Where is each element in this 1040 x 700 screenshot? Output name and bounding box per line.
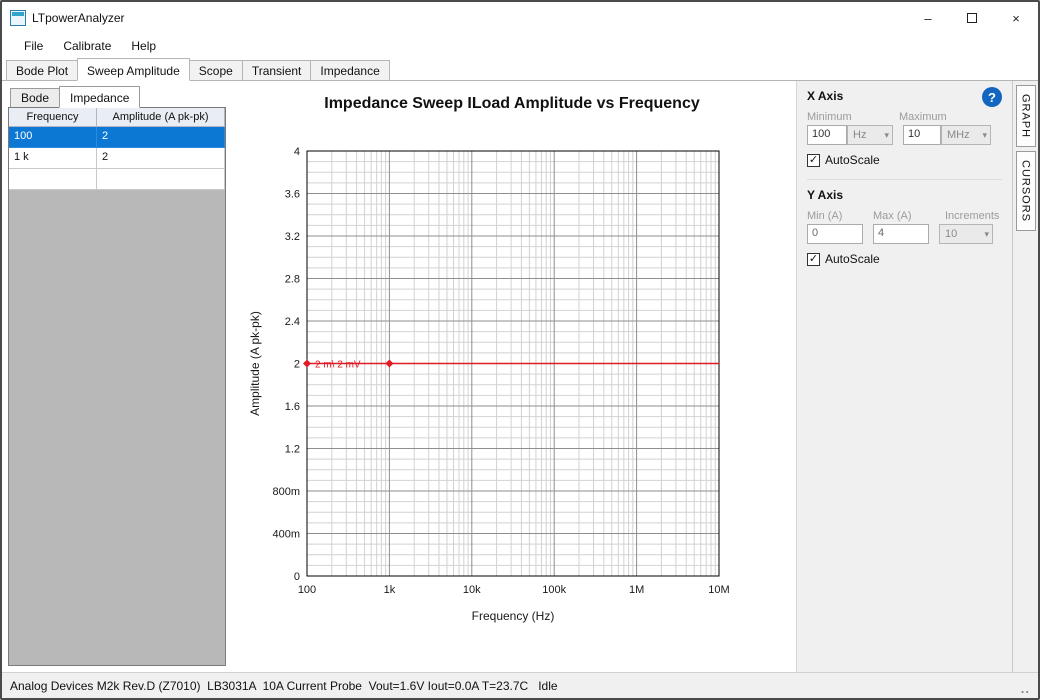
chart-title: Impedance Sweep ILoad Amplitude vs Frequ… (228, 95, 796, 129)
cell-amplitude[interactable]: 2 (97, 127, 225, 148)
svg-text:10M: 10M (708, 584, 729, 596)
table-row[interactable] (9, 169, 225, 190)
svg-text:1M: 1M (629, 584, 644, 596)
svg-text:Amplitude (A pk-pk): Amplitude (A pk-pk) (248, 311, 262, 416)
svg-text:3.6: 3.6 (285, 189, 300, 201)
y-autoscale-row: ✓ AutoScale (807, 252, 1002, 266)
svg-text:100: 100 (298, 584, 316, 596)
x-autoscale-label: AutoScale (825, 153, 880, 167)
x-minimum-unit-value: Hz (853, 129, 866, 141)
svg-text:0: 0 (294, 571, 300, 583)
chevron-down-icon: ▾ (984, 229, 989, 240)
tab-bode-plot[interactable]: Bode Plot (6, 60, 78, 80)
tab-scope[interactable]: Scope (189, 60, 243, 80)
x-autoscale-row: ✓ AutoScale (807, 153, 1002, 167)
y-min-input[interactable]: 0 (807, 224, 863, 244)
cell-frequency[interactable]: 1 k (9, 148, 97, 169)
close-button[interactable]: × (994, 2, 1038, 34)
chevron-down-icon: ▾ (982, 130, 987, 141)
svg-text:2: 2 (294, 359, 300, 371)
svg-text:400m: 400m (272, 529, 300, 541)
maximize-button[interactable] (950, 2, 994, 34)
y-increments-label: Increments (945, 210, 999, 222)
cell-frequency[interactable]: 100 (9, 127, 97, 148)
menu-bar: File Calibrate Help (2, 34, 1038, 58)
status-bar: Analog Devices M2k Rev.D (Z7010) LB3031A… (2, 672, 1038, 698)
resize-grip[interactable]: .. (1021, 681, 1030, 698)
x-axis-group-title: X Axis (807, 89, 1002, 103)
sweep-table-panel: Bode Impedance Frequency Amplitude (A pk… (2, 81, 228, 672)
x-maximum-unit-dropdown[interactable]: MHz ▾ (941, 125, 991, 145)
axis-settings-panel: ? X Axis Minimum Maximum 100 Hz ▾ 10 MHz… (796, 81, 1012, 672)
svg-text:2.4: 2.4 (285, 316, 300, 328)
minimize-button[interactable]: – (906, 2, 950, 34)
svg-text:2 m\ 2 mV: 2 m\ 2 mV (315, 360, 361, 371)
app-icon (10, 10, 26, 26)
table-empty-area (9, 190, 225, 665)
y-autoscale-label: AutoScale (825, 252, 880, 266)
x-maximum-unit-value: MHz (947, 129, 970, 141)
svg-text:10k: 10k (463, 584, 481, 596)
svg-text:2.8: 2.8 (285, 274, 300, 286)
table-header-row: Frequency Amplitude (A pk-pk) (9, 108, 225, 127)
svg-text:3.2: 3.2 (285, 231, 300, 243)
x-minimum-label: Minimum (807, 111, 899, 123)
cell-frequency[interactable] (9, 169, 97, 190)
window-title: LTpowerAnalyzer (32, 11, 124, 25)
chevron-down-icon: ▾ (884, 130, 889, 141)
tab-transient[interactable]: Transient (242, 60, 312, 80)
maximize-icon (967, 13, 977, 23)
side-tab-strip: GRAPH CURSORS (1012, 81, 1038, 672)
x-autoscale-checkbox[interactable]: ✓ (807, 154, 820, 167)
svg-text:800m: 800m (272, 486, 300, 498)
x-maximum-label: Maximum (899, 111, 947, 123)
svg-text:1.6: 1.6 (285, 401, 300, 413)
table-row[interactable]: 100 2 (9, 127, 225, 148)
svg-text:4: 4 (294, 146, 300, 158)
cell-amplitude[interactable] (97, 169, 225, 190)
main-tab-bar: Bode Plot Sweep Amplitude Scope Transien… (2, 58, 1038, 81)
y-autoscale-checkbox[interactable]: ✓ (807, 253, 820, 266)
svg-text:1k: 1k (384, 584, 396, 596)
help-icon[interactable]: ? (982, 87, 1002, 107)
chart-panel: Impedance Sweep ILoad Amplitude vs Frequ… (228, 81, 796, 672)
x-maximum-input[interactable]: 10 (903, 125, 941, 145)
tab-sweep-amplitude[interactable]: Sweep Amplitude (77, 58, 190, 81)
app-window: LTpowerAnalyzer – × File Calibrate Help … (0, 0, 1040, 700)
y-increments-value: 10 (945, 228, 957, 240)
column-header-frequency[interactable]: Frequency (9, 108, 97, 127)
column-header-amplitude[interactable]: Amplitude (A pk-pk) (97, 108, 225, 127)
group-separator (807, 179, 1002, 180)
svg-text:1.2: 1.2 (285, 444, 300, 456)
y-axis-group-title: Y Axis (807, 188, 1002, 202)
cell-amplitude[interactable]: 2 (97, 148, 225, 169)
x-minimum-input[interactable]: 100 (807, 125, 847, 145)
title-bar: LTpowerAnalyzer – × (2, 2, 1038, 34)
side-tab-cursors[interactable]: CURSORS (1016, 151, 1036, 231)
table-row[interactable]: 1 k 2 (9, 148, 225, 169)
tab-impedance[interactable]: Impedance (310, 60, 389, 80)
y-min-label: Min (A) (807, 210, 873, 222)
status-text: Analog Devices M2k Rev.D (Z7010) LB3031A… (10, 679, 558, 693)
svg-text:100k: 100k (542, 584, 566, 596)
content-area: Bode Impedance Frequency Amplitude (A pk… (2, 81, 1038, 672)
sub-tab-bar: Bode Impedance (8, 85, 226, 107)
svg-text:Frequency (Hz): Frequency (Hz) (472, 609, 555, 623)
y-increments-dropdown[interactable]: 10 ▾ (939, 224, 993, 244)
subtab-impedance[interactable]: Impedance (59, 86, 140, 108)
y-max-input[interactable]: 4 (873, 224, 929, 244)
menu-calibrate[interactable]: Calibrate (53, 35, 121, 57)
impedance-chart: 0 400m 800m 1.2 1.6 2 2.4 2.8 3.2 3.6 4 100 1k 10k 100… (228, 129, 796, 672)
subtab-bode[interactable]: Bode (10, 88, 60, 107)
menu-help[interactable]: Help (121, 35, 166, 57)
menu-file[interactable]: File (14, 35, 53, 57)
y-max-label: Max (A) (873, 210, 945, 222)
x-minimum-unit-dropdown[interactable]: Hz ▾ (847, 125, 893, 145)
side-tab-graph[interactable]: GRAPH (1016, 85, 1036, 147)
frequency-amplitude-table: Frequency Amplitude (A pk-pk) 100 2 1 k … (8, 107, 226, 666)
